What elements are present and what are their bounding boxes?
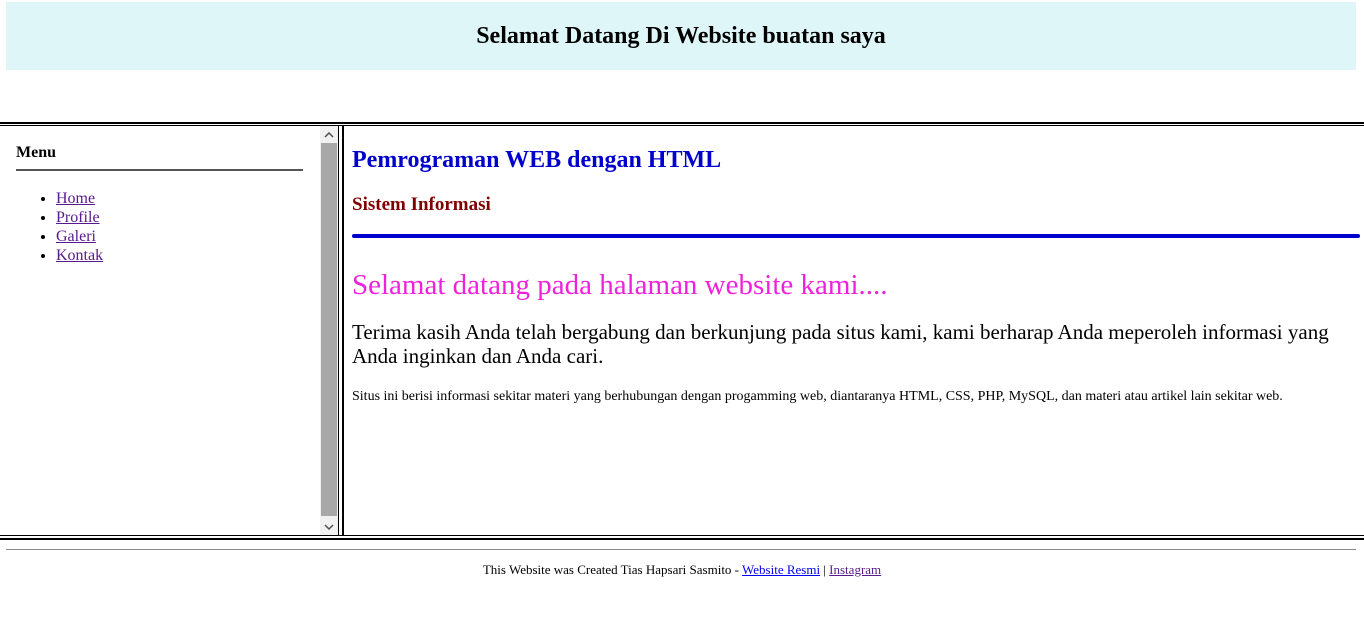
list-item: Galeri xyxy=(56,227,303,246)
page-subtitle: Sistem Informasi xyxy=(352,194,491,215)
page-title: Pemrograman WEB dengan HTML xyxy=(352,147,722,173)
menu-title: Menu xyxy=(16,144,56,161)
site-title: Selamat Datang Di Website buatan saya xyxy=(476,22,886,49)
footer-separator: | xyxy=(820,562,830,577)
site-header: Selamat Datang Di Website buatan saya xyxy=(6,2,1356,70)
menu-link-home[interactable]: Home xyxy=(56,190,95,207)
footer-divider xyxy=(6,549,1356,550)
site-footer: This Website was Created Tias Hapsari Sa… xyxy=(0,562,1364,578)
scrollbar-thumb[interactable] xyxy=(321,143,337,516)
footer-credit: This Website was Created Tias Hapsari Sa… xyxy=(482,562,743,577)
menu-frame: Menu Home Profile Galeri Kontak xyxy=(0,126,338,535)
menu-link-profile[interactable]: Profile xyxy=(56,209,100,226)
chevron-up-icon[interactable] xyxy=(320,126,338,143)
intro-paragraph: Terima kasih Anda telah bergabung dan be… xyxy=(352,320,1329,368)
menu-frame-scrollbar[interactable] xyxy=(320,126,338,535)
list-item: Profile xyxy=(56,208,303,227)
content-frame: Pemrograman WEB dengan HTML Sistem Infor… xyxy=(344,126,1364,535)
list-item: Kontak xyxy=(56,246,303,265)
footer-link-website-resmi[interactable]: Website Resmi xyxy=(742,562,820,577)
info-paragraph: Situs ini berisi informasi sekitar mater… xyxy=(352,389,1283,404)
footer-link-instagram[interactable]: Instagram xyxy=(829,562,881,577)
frameset-bottom-border xyxy=(0,535,1364,540)
menu-list: Home Profile Galeri Kontak xyxy=(16,189,303,265)
menu-panel: Menu Home Profile Galeri Kontak xyxy=(16,144,303,265)
welcome-heading: Selamat datang pada halaman website kami… xyxy=(352,269,888,301)
menu-link-kontak[interactable]: Kontak xyxy=(56,247,103,264)
menu-divider xyxy=(16,169,303,171)
menu-link-galeri[interactable]: Galeri xyxy=(56,228,96,245)
content-panel: Pemrograman WEB dengan HTML Sistem Infor… xyxy=(352,126,1360,405)
chevron-down-icon[interactable] xyxy=(320,518,338,535)
content-divider xyxy=(352,234,1360,238)
list-item: Home xyxy=(56,189,303,208)
